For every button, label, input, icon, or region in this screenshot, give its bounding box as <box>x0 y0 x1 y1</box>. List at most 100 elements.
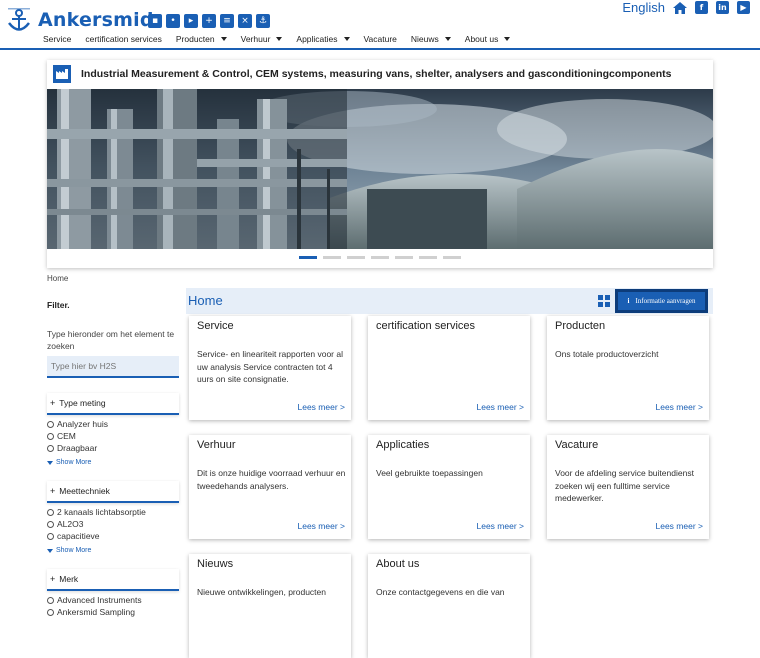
filter-option[interactable]: Analyzer huis <box>47 418 179 430</box>
card-about-us[interactable]: About us Onze contactgegevens en die van <box>368 554 530 658</box>
breadcrumb[interactable]: Home <box>47 274 68 283</box>
filter-group-header[interactable]: + Type meting <box>47 393 179 415</box>
nav-item-applicaties[interactable]: Applicaties <box>289 34 356 44</box>
radio-icon[interactable] <box>47 532 54 540</box>
radio-icon[interactable] <box>47 444 54 452</box>
filter-option[interactable]: capacitieve <box>47 530 179 542</box>
card-description: Ons totale productoverzicht <box>555 349 659 359</box>
filter-option-label: Ankersmid Sampling <box>57 607 135 617</box>
card-title[interactable]: About us <box>376 558 419 570</box>
slider-dot[interactable] <box>443 256 461 259</box>
card-title[interactable]: Applicaties <box>376 439 429 451</box>
filter-option[interactable]: Ankersmid Sampling <box>47 606 179 618</box>
nav-item-about-us[interactable]: About us <box>458 34 518 44</box>
read-more-link[interactable]: Lees meer > <box>298 521 346 531</box>
radio-icon[interactable] <box>47 608 54 616</box>
nav-item-verhuur[interactable]: Verhuur <box>234 34 290 44</box>
radio-icon[interactable] <box>47 432 54 440</box>
nav-label: Producten <box>175 34 215 44</box>
quick-links: ▪ • ▸ + ≡ × ⚓ <box>148 14 270 28</box>
filter-search-input[interactable] <box>47 356 179 378</box>
filter-option-label: Advanced Instruments <box>57 595 142 605</box>
filter-group: + Type meting Analyzer huis CEM Draagbaar Sho… <box>47 393 179 466</box>
slider-dot[interactable] <box>395 256 413 259</box>
nav-item-producten[interactable]: Producten <box>169 34 234 44</box>
nav-item-nieuws[interactable]: Nieuws <box>404 34 458 44</box>
person-icon[interactable]: • <box>166 14 180 28</box>
nav-item-vacature[interactable]: Vacature <box>357 34 404 44</box>
language-selector[interactable]: English <box>622 0 665 15</box>
truck-icon[interactable]: ▸ <box>184 14 198 28</box>
chevron-down-icon <box>47 548 53 553</box>
filter-option-label: Draagbaar <box>57 443 98 453</box>
expand-plus-icon: + <box>50 574 56 584</box>
card-title[interactable]: Verhuur <box>197 439 236 451</box>
hero-title: Industrial Measurement & Control, CEM sy… <box>81 68 672 80</box>
anchor-icon[interactable]: ⚓ <box>256 14 270 28</box>
card-producten[interactable]: Producten Ons totale productoverzicht Lees… <box>547 316 709 420</box>
plus-icon[interactable]: + <box>202 14 216 28</box>
card-title[interactable]: Vacature <box>555 439 598 451</box>
nav-label: certification services <box>85 34 162 44</box>
filter-option-label: CEM <box>57 431 76 441</box>
tools-icon[interactable]: × <box>238 14 252 28</box>
card-nieuws[interactable]: Nieuws Nieuwe ontwikkelingen, producten <box>189 554 351 658</box>
card-description: Dit is onze huidige voorraad verhuur en … <box>197 468 346 491</box>
chevron-down-icon <box>276 37 283 41</box>
card-verhuur[interactable]: Verhuur Dit is onze huidige voorraad verh… <box>189 435 351 539</box>
chevron-down-icon <box>444 37 451 41</box>
chevron-down-icon <box>343 37 350 41</box>
home-icon[interactable] <box>673 1 687 14</box>
read-more-link[interactable]: Lees meer > <box>656 521 704 531</box>
card-description: Nieuwe ontwikkelingen, producten <box>197 587 326 597</box>
slider-dot[interactable] <box>299 256 317 259</box>
read-more-link[interactable]: Lees meer > <box>477 402 525 412</box>
show-more-link[interactable]: Show More <box>47 459 179 466</box>
slider-dot[interactable] <box>347 256 365 259</box>
filter-option[interactable]: Advanced Instruments <box>47 594 179 606</box>
list-icon[interactable]: ≡ <box>220 14 234 28</box>
radio-icon[interactable] <box>47 420 54 428</box>
nav-item-certification-services[interactable]: certification services <box>78 34 169 44</box>
expand-plus-icon: + <box>50 398 56 408</box>
logo[interactable]: Ankersmid <box>6 6 154 34</box>
card-title[interactable]: Nieuws <box>197 558 233 570</box>
card-description: Onze contactgegevens en die van <box>376 587 505 597</box>
filter-group-header[interactable]: + Meettechniek <box>47 481 179 503</box>
filter-option[interactable]: CEM <box>47 430 179 442</box>
read-more-link[interactable]: Lees meer > <box>477 521 525 531</box>
brand-name: Ankersmid <box>38 9 154 31</box>
read-more-link[interactable]: Lees meer > <box>298 402 346 412</box>
radio-icon[interactable] <box>47 596 54 604</box>
card-vacature[interactable]: Vacature Voor de afdeling service buitend… <box>547 435 709 539</box>
nav-item-service[interactable]: Service <box>36 34 78 44</box>
card-title[interactable]: certification services <box>376 320 475 332</box>
nav-label: Verhuur <box>240 34 271 44</box>
radio-icon[interactable] <box>47 508 54 516</box>
card-applicaties[interactable]: Applicaties Veel gebruikte toepassingen Le… <box>368 435 530 539</box>
slider-dot[interactable] <box>371 256 389 259</box>
filter-options: Advanced Instruments Ankersmid Sampling <box>47 591 179 639</box>
card-description: Veel gebruikte toepassingen <box>376 468 483 478</box>
card-title[interactable]: Producten <box>555 320 605 332</box>
filter-group-header[interactable]: + Merk <box>47 569 179 591</box>
card-service[interactable]: Service Service- en lineariteit rapporten… <box>189 316 351 420</box>
youtube-icon[interactable]: ▶ <box>737 1 750 14</box>
radio-icon[interactable] <box>47 520 54 528</box>
folder-icon[interactable]: ▪ <box>148 14 162 28</box>
filter-option[interactable]: AL2O3 <box>47 518 179 530</box>
info-request-button[interactable]: i Informatie aanvragen <box>617 291 706 311</box>
filter-group: + Merk Advanced Instruments Ankersmid Sampl… <box>47 569 179 639</box>
filter-option[interactable]: Draagbaar <box>47 442 179 454</box>
grid-view-icon[interactable] <box>598 295 610 307</box>
card-title[interactable]: Service <box>197 320 234 332</box>
filter-options: 2 kanaals lichtabsorptie AL2O3 capacitieve <box>47 503 179 551</box>
slider-dot[interactable] <box>323 256 341 259</box>
show-more-link[interactable]: Show More <box>47 547 179 554</box>
linkedin-icon[interactable]: in <box>716 1 729 14</box>
card-certification-services[interactable]: certification services Lees meer > <box>368 316 530 420</box>
read-more-link[interactable]: Lees meer > <box>656 402 704 412</box>
facebook-icon[interactable]: f <box>695 1 708 14</box>
slider-dot[interactable] <box>419 256 437 259</box>
filter-option[interactable]: 2 kanaals lichtabsorptie <box>47 506 179 518</box>
